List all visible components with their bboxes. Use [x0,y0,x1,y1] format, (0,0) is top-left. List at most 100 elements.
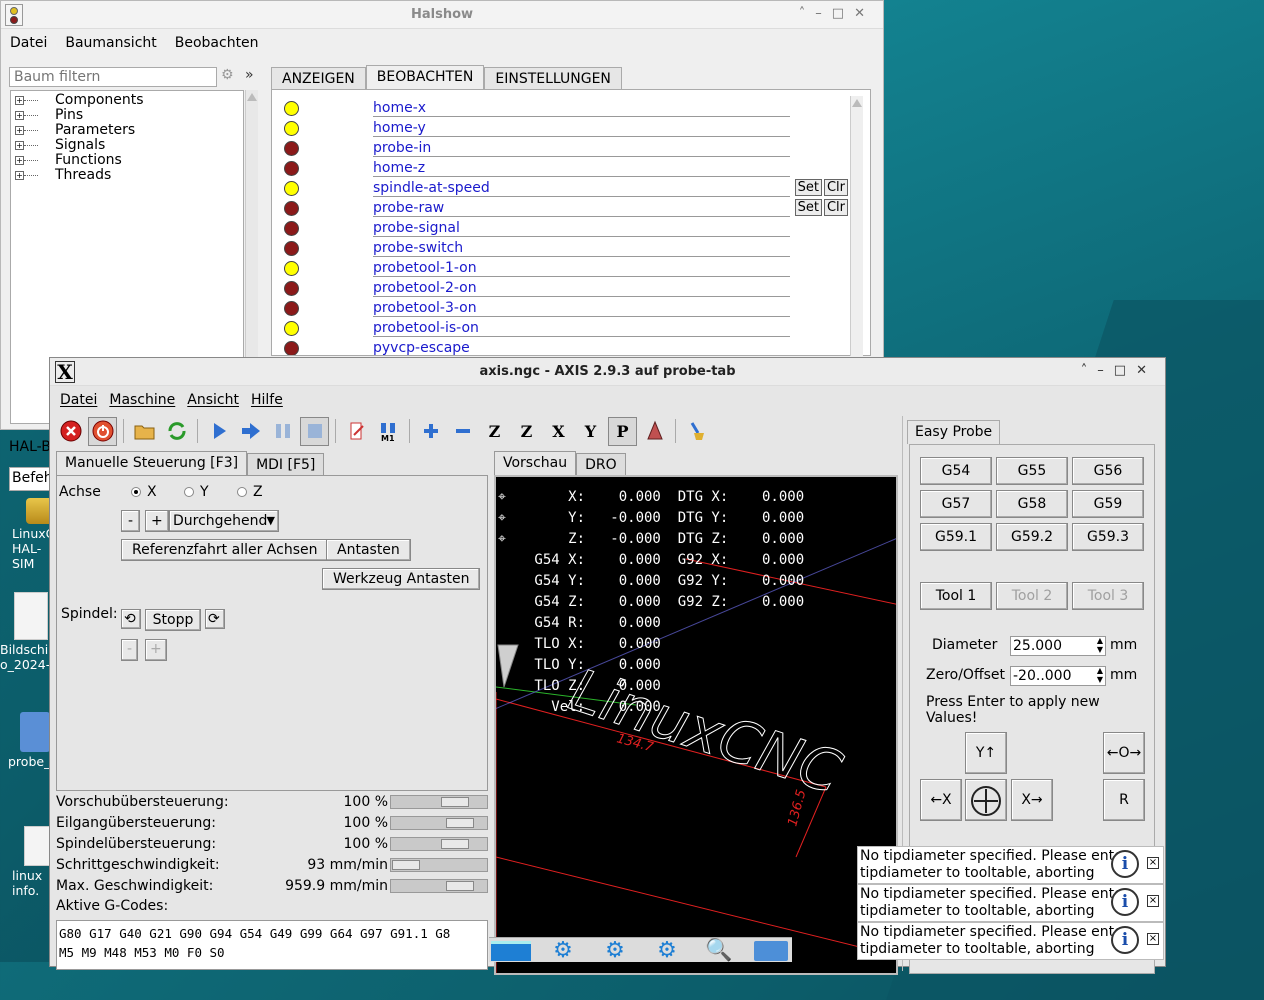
probe-center-button[interactable] [965,779,1007,821]
optional-stop-icon[interactable]: M1 [374,417,403,446]
desktop-icon-info[interactable]: linux info. [0,826,54,898]
tree-item-signals[interactable]: + Signals [11,138,243,153]
window-shade-icon[interactable]: ˄ [1081,363,1098,378]
estop-icon[interactable] [56,417,85,446]
spindle-stop-button[interactable]: Stopp [145,609,201,631]
expand-plus-icon[interactable]: + [15,96,24,105]
active-gcodes-text[interactable]: G80 G17 G40 G21 G90 G94 G54 G49 G99 G64 … [56,920,488,970]
window-icon[interactable] [491,938,531,963]
window-close-icon[interactable]: ✕ [854,6,875,21]
g59-1-button[interactable]: G59.1 [920,523,992,551]
menu-baumansicht[interactable]: Baumansicht [65,35,156,51]
menu-ansicht[interactable]: Ansicht [187,392,239,408]
zoom-out-icon[interactable] [448,417,477,446]
tool-1-button[interactable]: Tool 1 [920,582,992,610]
clear-plot-icon[interactable] [682,417,711,446]
gear-icon[interactable]: ⚙ [647,938,687,963]
g56-button[interactable]: G56 [1072,457,1144,485]
expand-plus-icon[interactable]: + [15,111,24,120]
watch-signal-name[interactable]: probetool-is-on [373,320,479,336]
tree-item-threads[interactable]: + Threads [11,168,243,183]
menu-maschine[interactable]: Maschine [109,392,175,408]
clr-button[interactable]: Clr [823,179,848,196]
home-all-button[interactable]: Referenzfahrt aller Achsen [121,539,329,561]
tree-item-pins[interactable]: + Pins [11,108,243,123]
watch-signal-name[interactable]: probe-switch [373,240,463,256]
tool-3-button[interactable]: Tool 3 [1072,582,1144,610]
expand-chevron-button[interactable]: » [245,67,254,83]
preview-canvas[interactable]: 134.7 136.5 LinuxCNC ⌖ ⌖ ⌖ X: 0.000 DTG X:… [494,475,898,975]
axis-radio-z[interactable]: Z [237,484,263,500]
desktop-icon-probe[interactable]: probe_ [0,712,52,769]
reload-icon[interactable] [162,417,191,446]
zoom-in-icon[interactable] [416,417,445,446]
search-icon[interactable]: 🔍 [699,938,739,963]
tree-item-parameters[interactable]: + Parameters [11,123,243,138]
probe-center-x-button[interactable]: ←O→ [1103,732,1145,774]
gear-icon[interactable]: ⚙ [221,67,234,83]
g59-2-button[interactable]: G59.2 [996,523,1068,551]
jog-mode-select[interactable]: Durchgehend ▼ [169,510,279,532]
rotate-view-icon[interactable] [640,417,669,446]
tab-easy-probe[interactable]: Easy Probe [907,420,1001,444]
watch-signal-name[interactable]: home-y [373,120,426,136]
slider-handle[interactable] [446,881,474,891]
watch-signal-name[interactable]: probe-in [373,140,431,156]
set-button[interactable]: Set [794,199,822,216]
g58-button[interactable]: G58 [996,490,1068,518]
spindle-ccw-icon[interactable]: ⟲ [121,609,141,629]
halshow-titlebar[interactable]: Halshow ˄–□✕ [1,1,883,29]
watch-signal-name[interactable]: pyvcp-escape [373,340,470,355]
probe-x-plus-button[interactable]: X→ [1011,779,1053,821]
desktop-icon-screenshot[interactable]: Bildschi o_2024- [0,592,52,672]
menu-hilfe[interactable]: Hilfe [251,392,283,408]
window-shade-icon[interactable]: ˄ [799,6,816,21]
tab-preview[interactable]: Vorschau [494,451,577,475]
run-icon[interactable] [204,417,233,446]
close-icon[interactable]: × [1147,895,1159,907]
tab-beobachten[interactable]: BEOBACHTEN [365,65,485,89]
set-button[interactable]: Set [794,179,822,196]
tree-item-components[interactable]: + Components [11,93,243,108]
spindle-slower-button[interactable]: - [121,639,139,661]
window-minimize-icon[interactable]: – [1097,363,1114,378]
tree-item-functions[interactable]: + Functions [11,153,243,168]
spin-arrows-icon[interactable]: ▲ ▼ [1097,666,1103,684]
view-x-icon[interactable]: X [544,417,573,446]
window-close-icon[interactable]: ✕ [1136,363,1157,378]
watch-signal-name[interactable]: probetool-3-on [373,300,477,316]
expand-plus-icon[interactable]: + [15,171,24,180]
menu-datei[interactable]: Datei [10,35,47,51]
block-delete-icon[interactable] [342,417,371,446]
slider-handle[interactable] [392,860,420,870]
watch-signal-name[interactable]: spindle-at-speed [373,180,490,196]
watch-scrollbar[interactable] [850,96,863,356]
axis-titlebar[interactable]: X axis.ngc - AXIS 2.9.3 auf probe-tab ˄–… [50,358,1165,386]
override-slider[interactable] [390,816,488,830]
g54-button[interactable]: G54 [920,457,992,485]
slider-handle[interactable] [441,797,469,807]
window-minimize-icon[interactable]: – [815,6,832,21]
power-icon[interactable] [88,416,117,446]
expand-plus-icon[interactable]: + [15,141,24,150]
touch-off-button[interactable]: Antasten [326,539,411,561]
expand-plus-icon[interactable]: + [15,156,24,165]
view-z-icon[interactable]: Z [480,417,509,446]
watch-signal-name[interactable]: probe-raw [373,200,444,216]
probe-rotation-button[interactable]: R [1103,779,1145,821]
diameter-spinbox[interactable]: 25.000 ▲ ▼ [1010,636,1106,656]
watch-signal-name[interactable]: home-z [373,160,425,176]
tab-einstellungen[interactable]: EINSTELLUNGEN [484,67,622,89]
expand-plus-icon[interactable]: + [15,126,24,135]
axis-radio-x[interactable]: X [131,484,157,500]
slider-handle[interactable] [441,839,469,849]
tool-2-button[interactable]: Tool 2 [996,582,1068,610]
g59-button[interactable]: G59 [1072,490,1144,518]
folder-icon[interactable] [751,938,791,963]
g55-button[interactable]: G55 [996,457,1068,485]
tab-dro[interactable]: DRO [576,453,626,475]
radio-y-icon[interactable] [184,487,194,497]
watch-signal-name[interactable]: probetool-1-on [373,260,477,276]
tab-mdi[interactable]: MDI [F5] [247,453,325,475]
view-z2-icon[interactable]: Z [512,417,541,446]
